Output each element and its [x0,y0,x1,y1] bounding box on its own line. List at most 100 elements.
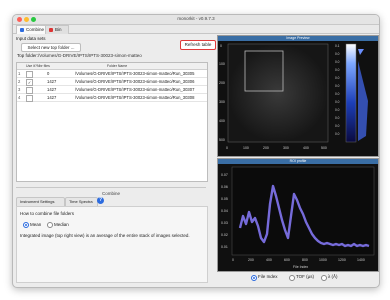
radio-mean[interactable] [23,222,29,228]
use-checkbox[interactable] [26,87,33,94]
x-tick-label: 600 [284,258,290,262]
radio-mean-label: Mean [30,222,42,227]
colorbar-tick-label: 0.0 [335,124,340,128]
colorbar-tick-label: 0.1 [335,44,340,48]
y-tick-label: 500 [219,138,225,142]
table-row[interactable]: 2 ✓ 1427 /Volumes/G-DRIVE/IPTS/IPTS-3002… [17,78,207,86]
bin-icon [49,27,53,32]
radio-lambda-label: λ (Å) [328,274,338,279]
refresh-table-button[interactable]: Refresh table [180,40,216,50]
nbr-files-cell: 0 [47,71,50,76]
x-tick-label: 0 [226,146,228,150]
y-tick-label: 0.03 [221,221,228,225]
y-tick-label: 0 [220,44,222,48]
x-tick-label: 1000 [319,258,327,262]
colorbar-tick-label: 0.0 [335,100,340,104]
y-tick-label: 0.02 [221,233,228,237]
header-nbr-files: Nbr files [37,64,50,68]
folder-path-cell: /Volumes/G-DRIVE/IPTS/IPTS-30023-simon-m… [75,71,195,76]
radio-tof[interactable] [289,275,295,281]
combine-description: Integrated image (top right view) is an … [20,233,190,238]
combine-section-title: Combine [101,191,120,196]
row-number: 4 [18,95,21,100]
help-icon[interactable]: ? [97,197,104,204]
nbr-files-cell: 1427 [47,79,57,84]
radio-tof-label: TOF (µs) [296,274,315,279]
title-bar: monorkit - v0.9.7.3 [13,15,379,25]
window-title: monorkit - v0.9.7.3 [177,16,215,21]
radio-file-index-label: File Index [258,274,278,279]
x-tick-label: 400 [266,258,272,262]
colorbar-histogram [358,49,364,55]
folder-path-cell: /Volumes/G-DRIVE/IPTS/IPTS-30023-simon-m… [75,95,195,100]
main-tab-bar: Combine Bin [13,25,379,34]
plot-area [231,166,375,256]
select-top-folder-button[interactable]: Select new top folder ... [21,43,81,52]
tab-bin[interactable]: Bin [45,25,69,34]
y-tick-label: 300 [219,100,225,104]
header-use: Use it? [26,64,37,68]
main-window: monorkit - v0.9.7.3 Combine Bin Input da… [12,14,380,288]
x-axis-selector: File Index TOF (µs) λ (Å) [217,273,377,283]
y-tick-label: 0.06 [221,185,228,189]
top-folder-label: Top folder: [17,53,39,58]
x-tick-label: 400 [303,146,309,150]
x-tick-label: 800 [302,258,308,262]
y-tick-label: 0.04 [221,209,228,213]
x-tick-label: 200 [263,146,269,150]
roi-profile-panel: ROI profile 0.07 0.06 0.05 0.04 0.03 0.0… [217,158,379,272]
input-section-label: Input data sets [16,36,46,41]
folders-table: Use it? Nbr files Folder Name 1 0 /Volum… [16,62,208,182]
colorbar-tick-label: 0.0 [335,52,340,56]
folder-path-cell: /Volumes/G-DRIVE/IPTS/IPTS-30023-simon-m… [75,87,195,92]
y-tick-label: 0.07 [221,173,228,177]
table-row[interactable]: 4 1427 /Volumes/G-DRIVE/IPTS/IPTS-30023-… [17,94,207,102]
tab-bin-label: Bin [55,27,62,32]
table-row[interactable]: 1 0 /Volumes/G-DRIVE/IPTS/IPTS-30023-sim… [17,70,207,78]
neutron-image[interactable] [227,43,329,143]
colorbar-tick-label: 0.0 [335,84,340,88]
x-tick-label: 300 [283,146,289,150]
row-number: 2 [18,79,21,84]
combine-options-panel: How to combine file folders Mean Median … [16,206,208,283]
x-tick-label: 500 [321,146,327,150]
x-tick-label: 1200 [338,258,346,262]
combine-tab-bar: Instrument Settings Time Spectra ? [16,197,206,207]
y-tick-label: 100 [219,62,225,66]
image-preview-plot[interactable]: 0 100 200 300 400 500 0 100 200 300 400 … [218,41,378,156]
y-tick-label: 200 [219,81,225,85]
radio-median-label: Median [54,222,69,227]
x-axis-label: File Index [293,265,308,269]
use-checkbox[interactable]: ✓ [26,79,33,86]
nbr-files-cell: 1427 [47,95,57,100]
radio-median[interactable] [47,222,53,228]
colorbar-tick-label: 0.0 [335,68,340,72]
use-checkbox[interactable] [26,95,33,102]
colorbar-tick-label: 0.0 [335,92,340,96]
roi-profile-plot[interactable]: 0.07 0.06 0.05 0.04 0.03 0.02 0.01 0 200… [218,164,378,271]
colorbar-tick-label: 0.0 [335,60,340,64]
colorbar-tick-label: 0.0 [335,108,340,112]
colorbar-tick-label: 0.0 [335,132,340,136]
nbr-files-cell: 1427 [47,87,57,92]
section-divider[interactable] [16,187,206,188]
x-tick-label: 100 [243,146,249,150]
tab-combine-label: Combine [26,27,45,32]
combine-method-label: How to combine file folders [20,211,75,216]
colorbar-histogram [358,61,368,141]
use-checkbox[interactable] [26,71,33,78]
colorbar-tick-label: 0.0 [335,76,340,80]
y-tick-label: 0.05 [221,197,228,201]
x-tick-label: 200 [248,258,254,262]
image-preview-panel: Image Preview 0 100 200 300 400 500 0 10… [217,35,379,157]
top-folder-value: /Volumes/G-DRIVE/IPTS/IPTS-30023-simon-m… [38,53,142,58]
radio-lambda[interactable] [321,275,327,281]
radio-file-index[interactable] [251,275,257,281]
table-row[interactable]: 3 1427 /Volumes/G-DRIVE/IPTS/IPTS-30023-… [17,86,207,94]
folder-path-cell: /Volumes/G-DRIVE/IPTS/IPTS-30023-simon-m… [75,79,195,84]
y-tick-label: 400 [219,119,225,123]
x-tick-label: 1400 [357,258,365,262]
row-number: 3 [18,87,21,92]
colorbar[interactable] [345,43,357,143]
colorbar-tick-label: 0.0 [335,116,340,120]
